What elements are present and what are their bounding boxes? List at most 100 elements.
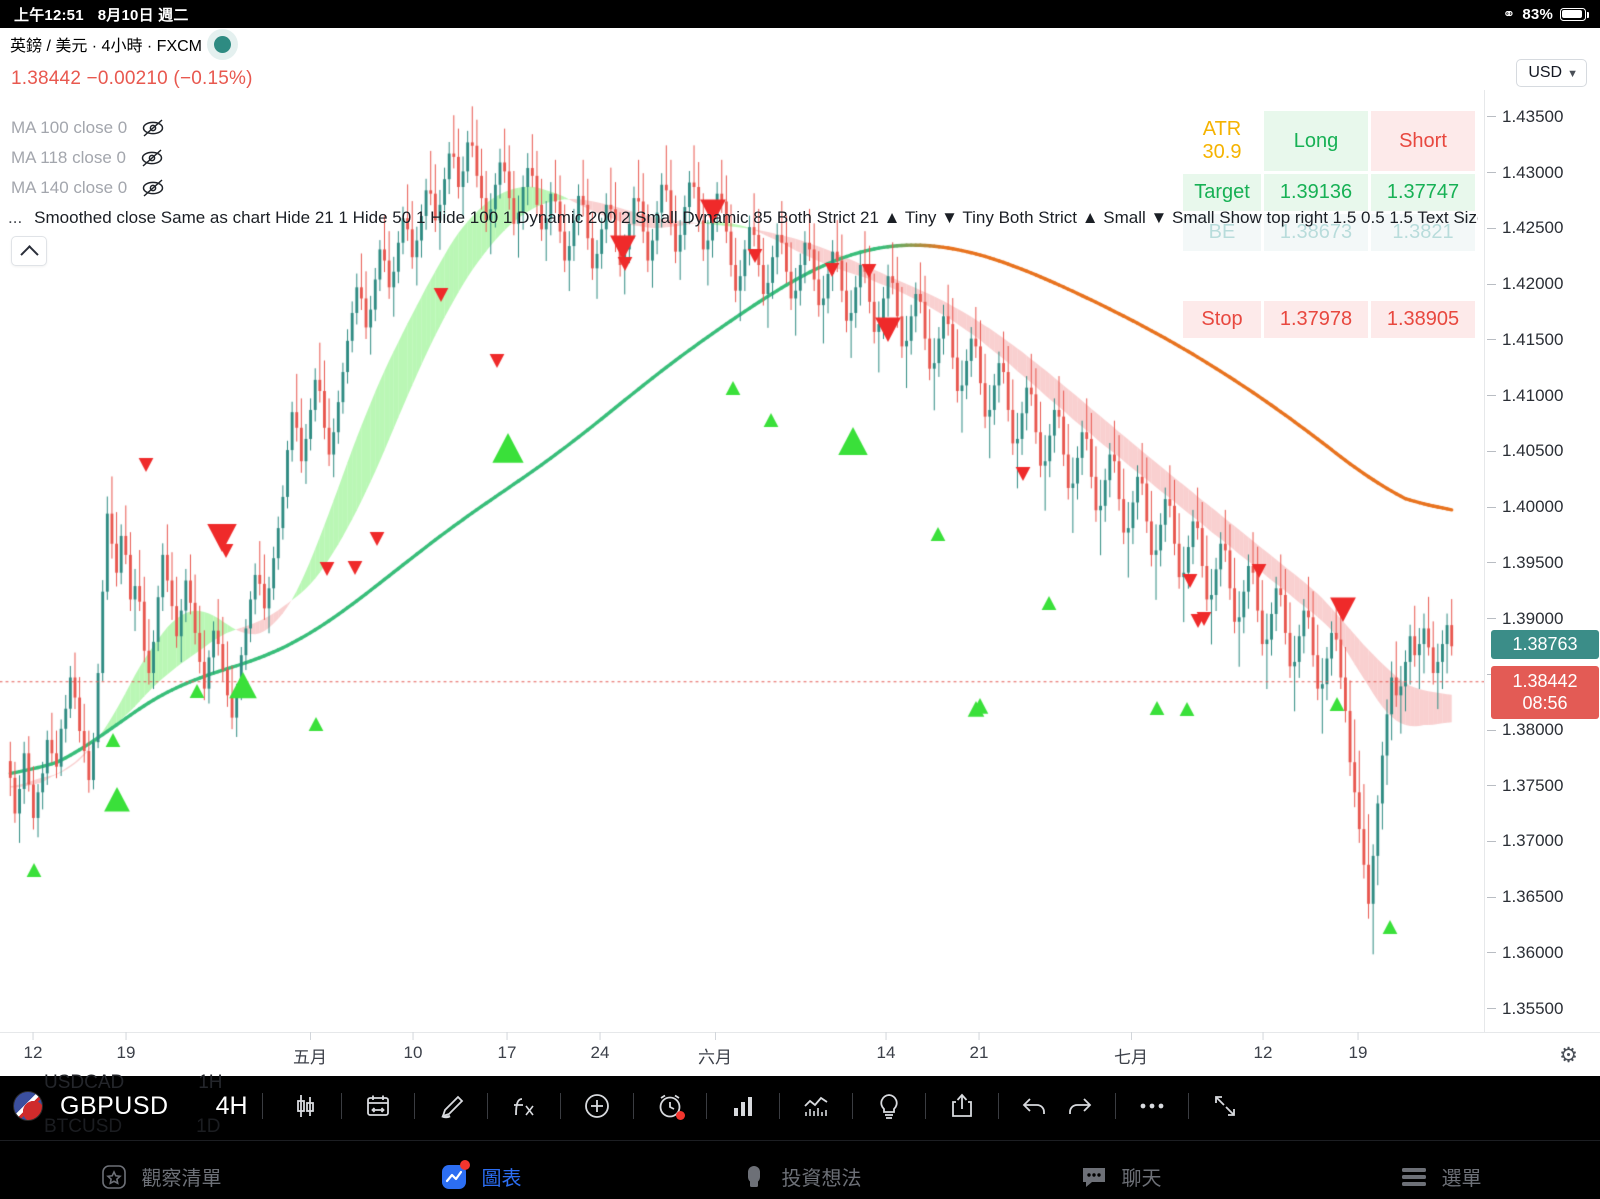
star-icon xyxy=(99,1162,129,1192)
atr-label: ATR xyxy=(1202,118,1242,140)
time-tick: 10 xyxy=(404,1032,422,1063)
price-tick: 1.42500 xyxy=(1485,218,1600,238)
eye-off-icon[interactable] xyxy=(140,148,164,168)
time-tick: 14 xyxy=(876,1032,896,1063)
calendar-icon[interactable] xyxy=(356,1086,400,1126)
battery-percent: 83% xyxy=(1522,5,1553,23)
price-tick-label: 1.43500 xyxy=(1502,106,1564,126)
chart-app: 英鎊 / 美元 · 4小時 · FXCM 1.38442 −0.00210 (−… xyxy=(0,28,1600,1199)
quote-line: 1.38442 −0.00210 (−0.15%) xyxy=(11,68,253,89)
legend-row-ma140[interactable]: MA 140 close 0 xyxy=(11,178,165,198)
alert-indicator-dot xyxy=(675,1111,685,1120)
ma-price-pill: 1.38763 xyxy=(1491,629,1599,659)
eye-off-icon[interactable] xyxy=(141,178,165,198)
last-price-pill[interactable]: 1.38442 08:56 xyxy=(1491,665,1599,719)
redo-icon[interactable] xyxy=(1057,1086,1101,1126)
undo-icon[interactable] xyxy=(1013,1086,1057,1126)
gear-icon[interactable]: ⚙ xyxy=(1559,1043,1578,1068)
divider xyxy=(1114,1093,1116,1119)
fullscreen-icon[interactable] xyxy=(1203,1086,1247,1126)
price-tick-label: 1.41000 xyxy=(1502,385,1564,405)
bar-chart-icon[interactable] xyxy=(721,1086,765,1126)
plus-circle-icon[interactable] xyxy=(575,1086,619,1126)
eye-off-icon[interactable] xyxy=(141,118,165,138)
last-price-value: 1.38442 xyxy=(1512,670,1578,691)
stop-short-value: 1.38905 xyxy=(1371,301,1475,338)
time-tick-label: 12 xyxy=(1253,1043,1273,1062)
price-tick: 1.40500 xyxy=(1485,441,1600,461)
col-header-short: Short xyxy=(1371,111,1475,171)
divider xyxy=(559,1093,561,1119)
time-tick: 17 xyxy=(497,1032,517,1063)
lightbulb-icon[interactable] xyxy=(867,1086,911,1126)
more-dots-icon[interactable] xyxy=(1130,1086,1174,1126)
time-tick-label: 24 xyxy=(590,1043,610,1062)
collapse-legend-button[interactable] xyxy=(11,236,47,266)
row-label-stop: Stop xyxy=(1183,301,1261,338)
chart-badge-dot xyxy=(459,1159,470,1170)
nav-label: 圖表 xyxy=(481,1168,522,1190)
divider xyxy=(778,1093,780,1119)
time-tick: 19 xyxy=(116,1032,136,1063)
price-tick: 1.41000 xyxy=(1485,386,1600,406)
indicators-fx-icon[interactable] xyxy=(502,1086,546,1126)
price-axis[interactable]: 1.43500 1.43000 1.42500 1.42000 1.41500 1.410… xyxy=(1484,90,1600,1032)
price-tick: 1.41500 xyxy=(1485,330,1600,350)
col-header-long: Long xyxy=(1264,111,1368,171)
price-tick-label: 1.36000 xyxy=(1502,942,1564,962)
time-tick: 五月 xyxy=(293,1032,327,1068)
time-tick: 21 xyxy=(970,1032,988,1063)
time-axis[interactable]: ⚙ 12 19 五月 10 17 24 六月 14 21 七月 12 19 xyxy=(0,1032,1600,1076)
nav-item-menu[interactable]: 選單 xyxy=(1280,1162,1600,1192)
toolbar-symbol[interactable]: GBPUSD xyxy=(60,1092,169,1121)
time-tick-label: 19 xyxy=(1348,1043,1368,1062)
price-tick-label: 1.41500 xyxy=(1502,329,1564,349)
settings-text: Smoothed close Same as chart Hide 21 1 H… xyxy=(34,208,1478,227)
divider xyxy=(705,1093,707,1119)
divider xyxy=(851,1093,853,1119)
divider xyxy=(632,1093,634,1119)
divider xyxy=(924,1093,926,1119)
bottom-area: USDCAD 1H BTCUSD 1D GBPUSD 4H 觀察清單 圖表 投資… xyxy=(0,1072,1600,1199)
price-tick: 1.35500 xyxy=(1485,999,1600,1019)
time-tick-label: 17 xyxy=(497,1043,517,1062)
price-tick-label: 1.36500 xyxy=(1502,887,1564,907)
nav-item-chat[interactable]: 聊天 xyxy=(960,1162,1280,1192)
time-tick: 12 xyxy=(24,1032,42,1063)
time-tick-label: 19 xyxy=(116,1043,136,1062)
nav-item-watchlist[interactable]: 觀察清單 xyxy=(0,1162,320,1192)
signal-table-row-stop: Stop 1.37978 1.38905 xyxy=(1183,301,1475,338)
alarm-clock-icon[interactable] xyxy=(648,1086,692,1126)
time-tick-label: 五月 xyxy=(293,1048,327,1067)
time-tick: 七月 xyxy=(1114,1032,1148,1068)
price-tick-label: 1.42500 xyxy=(1502,218,1564,238)
nav-item-chart[interactable]: 圖表 xyxy=(320,1159,640,1192)
price-tick-label: 1.40500 xyxy=(1502,441,1564,461)
symbol-header[interactable]: 英鎊 / 美元 · 4小時 · FXCM xyxy=(10,32,232,56)
chevron-up-icon xyxy=(19,244,39,264)
legend-row-ma118[interactable]: MA 118 close 0 xyxy=(11,148,164,168)
toolbar-interval[interactable]: 4H xyxy=(216,1092,248,1121)
candle-style-icon[interactable] xyxy=(283,1086,327,1126)
divider xyxy=(340,1093,342,1119)
time-tick-label: 14 xyxy=(876,1043,896,1062)
time-tick-label: 六月 xyxy=(698,1048,732,1067)
page-title: 英鎊 / 美元 · 4小時 · FXCM xyxy=(10,38,203,55)
nav-item-ideas[interactable]: 投資想法 xyxy=(640,1162,960,1192)
ideas-icon xyxy=(739,1162,769,1192)
price-tick: 1.43000 xyxy=(1485,163,1600,183)
pen-icon[interactable] xyxy=(429,1086,473,1126)
line-chart-icon[interactable] xyxy=(794,1086,838,1126)
currency-select[interactable]: USD ▼ xyxy=(1516,59,1587,87)
price-tick: 1.37500 xyxy=(1485,776,1600,796)
indicator-settings-strip[interactable]: ... Smoothed close Same as chart Hide 21… xyxy=(8,206,1478,230)
time-tick: 12 xyxy=(1253,1032,1273,1063)
legend-label: MA 140 close 0 xyxy=(11,178,128,197)
share-icon[interactable] xyxy=(940,1086,984,1126)
legend-row-ma100[interactable]: MA 100 close 0 xyxy=(11,118,165,138)
chart-toolbar: GBPUSD 4H xyxy=(0,1081,1600,1131)
price-tick: 1.36500 xyxy=(1485,887,1600,907)
bottom-navigation: 觀察清單 圖表 投資想法 聊天 選單 xyxy=(0,1140,1600,1199)
nav-label: 觀察清單 xyxy=(141,1168,222,1190)
status-time: 上午12:51 xyxy=(14,6,84,24)
